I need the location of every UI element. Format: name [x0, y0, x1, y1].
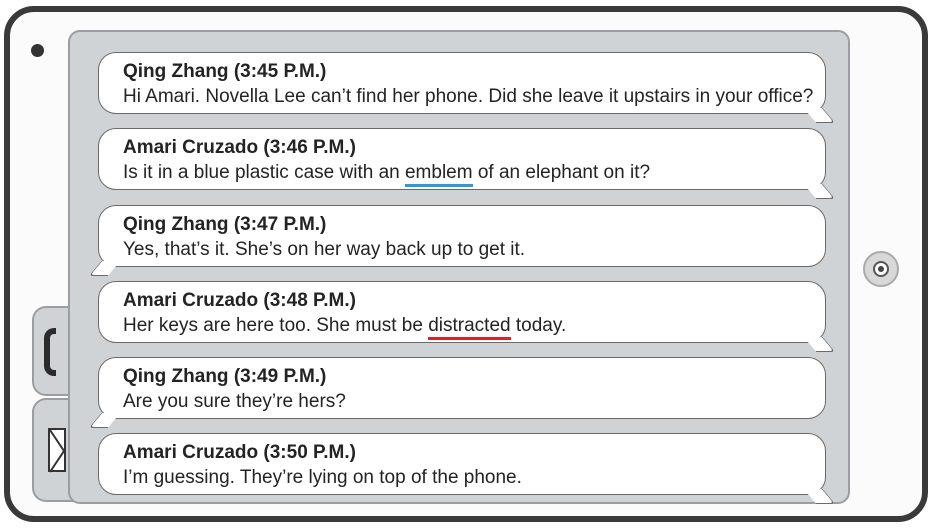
- message-bubble: Qing Zhang (3:45 P.M.) Hi Amari. Novella…: [98, 52, 826, 114]
- message-sender: Qing Zhang (3:49 P.M.): [123, 366, 327, 387]
- message-bubble: Qing Zhang (3:47 P.M.) Yes, that’s it. S…: [98, 205, 826, 267]
- message-text: I’m guessing. They’re lying on top of th…: [123, 465, 825, 490]
- home-button-icon[interactable]: [863, 251, 899, 287]
- message-text: Is it in a blue plastic case with an emb…: [123, 160, 825, 187]
- underlined-word: distracted: [428, 315, 511, 340]
- message-text-part: Hi Amari. Novella Lee can’t find her pho…: [123, 86, 814, 107]
- message-bubble: Qing Zhang (3:49 P.M.) Are you sure they…: [98, 357, 826, 419]
- underlined-word: emblem: [404, 162, 473, 187]
- message-text-part: of an elephant on it?: [472, 162, 651, 183]
- message-text: Hi Amari. Novella Lee can’t find her pho…: [123, 84, 825, 109]
- message-text-part: Is it in a blue plastic case with an: [123, 162, 405, 183]
- message-sender: Amari Cruzado (3:50 P.M.): [123, 442, 356, 463]
- message-sender: Qing Zhang (3:47 P.M.): [123, 214, 327, 235]
- message-text: Her keys are here too. She must be distr…: [123, 313, 825, 340]
- phone-icon: [44, 328, 56, 376]
- message-bubble: Amari Cruzado (3:46 P.M.) Is it in a blu…: [98, 128, 826, 190]
- message-bubble: Amari Cruzado (3:48 P.M.) Her keys are h…: [98, 281, 826, 343]
- message-text: Are you sure they’re hers?: [123, 389, 825, 414]
- message-text-part: Her keys are here too. She must be: [123, 315, 429, 336]
- message-text-part: Yes, that’s it. She’s on her way back up…: [123, 239, 526, 260]
- message-sender: Qing Zhang (3:45 P.M.): [123, 61, 327, 82]
- message-text-part: I’m guessing. They’re lying on top of th…: [123, 467, 522, 488]
- message-text: Yes, that’s it. She’s on her way back up…: [123, 237, 825, 262]
- mail-icon: [48, 428, 66, 473]
- message-bubble: Amari Cruzado (3:50 P.M.) I’m guessing. …: [98, 433, 826, 495]
- message-text-part: today.: [510, 315, 567, 336]
- message-sender: Amari Cruzado (3:48 P.M.): [123, 290, 356, 311]
- camera-icon: [31, 44, 44, 57]
- message-text-part: Are you sure they’re hers?: [123, 391, 346, 412]
- message-sender: Amari Cruzado (3:46 P.M.): [123, 137, 356, 158]
